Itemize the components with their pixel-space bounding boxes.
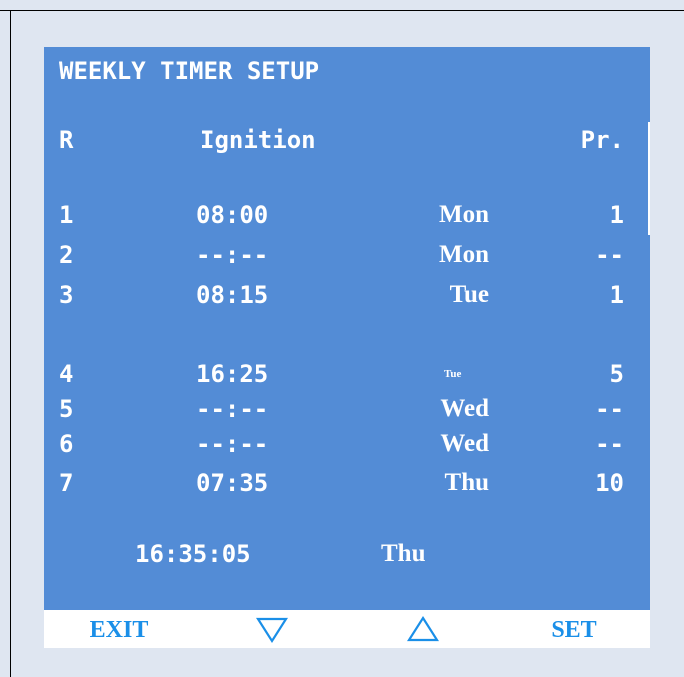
entry-5-day[interactable]: Wed: [384, 395, 489, 423]
screen-edge-marker: [648, 122, 650, 235]
entry-6-time[interactable]: --:--: [196, 430, 268, 458]
entry-7-day[interactable]: Thu: [384, 469, 489, 497]
entry-7-program[interactable]: 10: [524, 469, 624, 497]
triangle-up-outline-icon: [406, 615, 440, 642]
entry-3-program[interactable]: 1: [524, 281, 624, 309]
down-button[interactable]: [249, 610, 295, 648]
header-program: Pr.: [580, 126, 624, 154]
frame-top-border: [0, 10, 684, 11]
entry-3-day[interactable]: Tue: [384, 281, 489, 309]
softkey-bar: EXIT SET: [44, 610, 650, 648]
entry-5-time[interactable]: --:--: [196, 395, 268, 423]
entry-2-day[interactable]: Mon: [384, 241, 489, 269]
entry-6-row: 6: [59, 430, 74, 458]
timer-display-screen: WEEKLY TIMER SETUP R Ignition Pr. 1 08:0…: [44, 47, 650, 610]
up-button[interactable]: [400, 610, 446, 648]
set-button[interactable]: SET: [524, 610, 624, 648]
header-ignition: Ignition: [200, 126, 316, 154]
entry-1-time[interactable]: 08:00: [196, 201, 268, 229]
entry-1-row: 1: [59, 201, 74, 229]
entry-2-program[interactable]: --: [524, 241, 624, 269]
current-time: 16:35:05: [135, 540, 251, 568]
entry-6-day[interactable]: Wed: [384, 430, 489, 458]
entry-5-row: 5: [59, 395, 74, 423]
frame-left-border: [10, 10, 11, 677]
entry-2-row: 2: [59, 241, 74, 269]
entry-7-row: 7: [59, 469, 74, 497]
entry-4-time[interactable]: 16:25: [196, 360, 268, 388]
entry-4-day[interactable]: Tue: [444, 367, 461, 381]
entry-5-program[interactable]: --: [524, 395, 624, 423]
entry-1-day[interactable]: Mon: [384, 201, 489, 229]
entry-2-time[interactable]: --:--: [196, 241, 268, 269]
entry-3-row: 3: [59, 281, 74, 309]
entry-4-program[interactable]: 5: [524, 360, 624, 388]
entry-3-time[interactable]: 08:15: [196, 281, 268, 309]
triangle-down-outline-icon: [255, 617, 289, 644]
current-day: Thu: [381, 540, 426, 567]
entry-1-program[interactable]: 1: [524, 201, 624, 229]
exit-button[interactable]: EXIT: [64, 610, 174, 648]
entry-4-row: 4: [59, 360, 74, 388]
entry-7-time[interactable]: 07:35: [196, 469, 268, 497]
header-row-number: R: [59, 126, 74, 154]
screen-title: WEEKLY TIMER SETUP: [59, 57, 320, 85]
entry-6-program[interactable]: --: [524, 430, 624, 458]
